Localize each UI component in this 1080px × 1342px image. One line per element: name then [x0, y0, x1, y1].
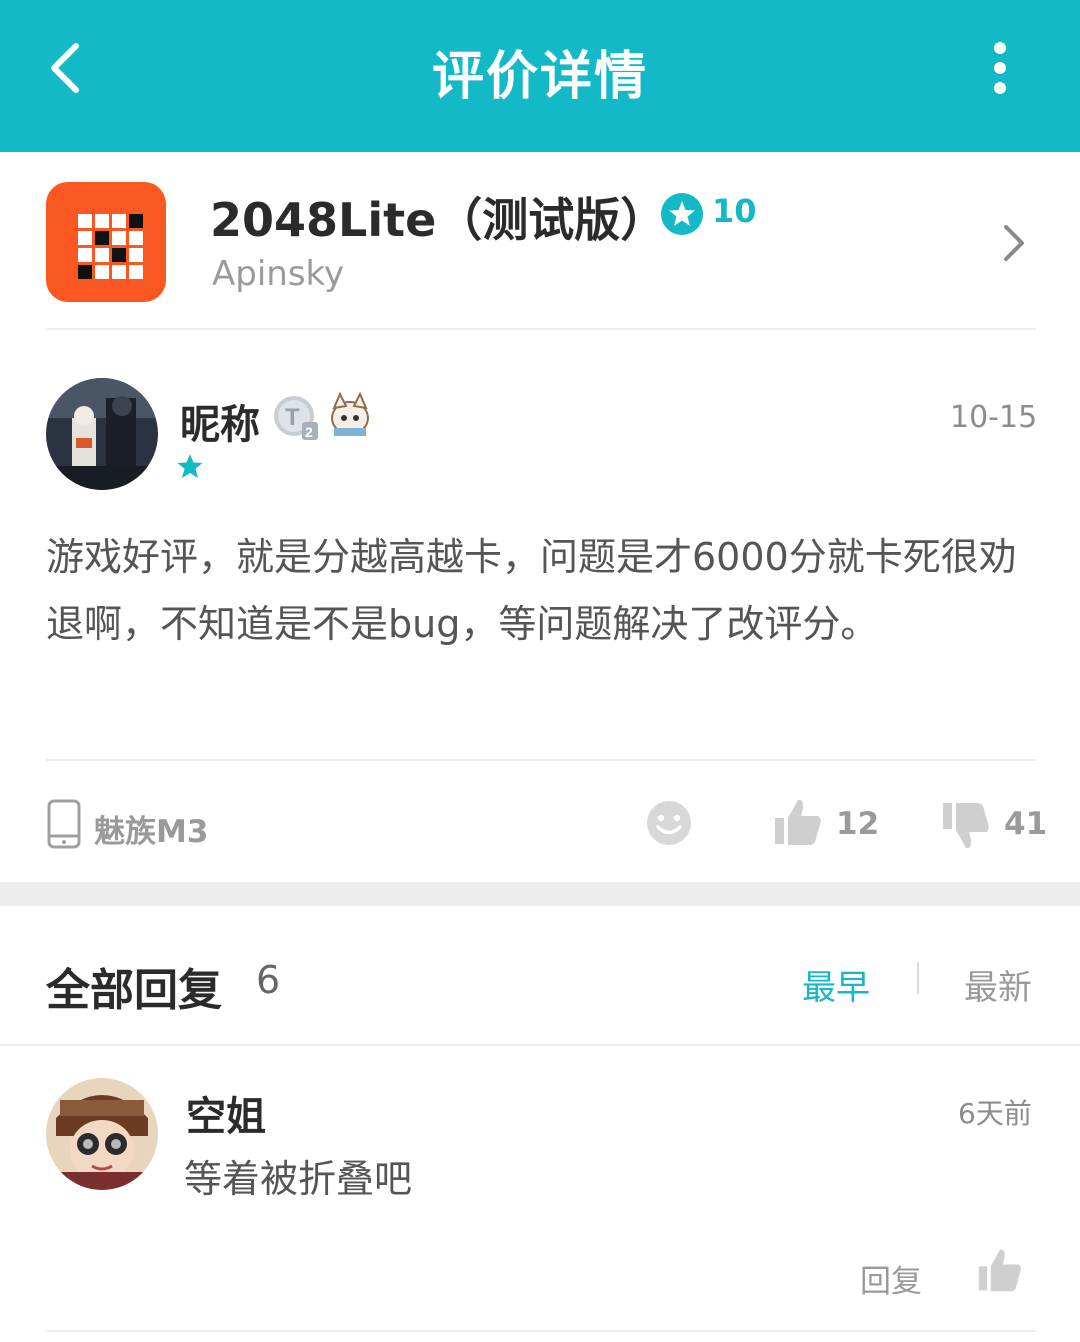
divider: [46, 328, 1036, 330]
top-bar: 评价详情: [0, 0, 1080, 152]
like-count: 12: [836, 806, 880, 842]
chevron-right-icon[interactable]: [998, 222, 1030, 264]
app-info-row[interactable]: 2048Lite（测试版） Apinsky 10: [0, 152, 1080, 332]
app-grid-icon[interactable]: [46, 182, 166, 302]
divider: [46, 1330, 1036, 1332]
divider: [0, 1044, 1080, 1046]
sort-earliest-tab[interactable]: 最早: [802, 960, 870, 1009]
sort-latest-tab[interactable]: 最新: [964, 960, 1032, 1009]
reply-time: 6天前: [958, 1097, 1032, 1130]
dislike-count: 41: [1004, 806, 1048, 842]
review-date: 10-15: [950, 400, 1038, 435]
replier-avatar[interactable]: [46, 1078, 158, 1190]
app-score: 10: [712, 192, 757, 230]
svg-text:T: T: [285, 404, 300, 431]
sort-separator: [917, 962, 919, 994]
app-name: 2048Lite（测试版）: [210, 193, 667, 247]
level-badge-icon: T 2: [272, 394, 320, 442]
device-name: 魅族M3: [94, 814, 209, 850]
replies-title: 全部回复: [46, 965, 222, 1016]
thumbs-up-icon[interactable]: [772, 796, 824, 848]
review-text: 游戏好评，就是分越高越卡，问题是才6000分就卡死很劝退啊，不知道是不是bug，…: [46, 535, 1017, 646]
divider: [46, 759, 1036, 761]
thumbs-up-icon[interactable]: [976, 1246, 1024, 1294]
phone-icon: [46, 798, 82, 850]
page-title: 评价详情: [431, 47, 648, 107]
app-developer: Apinsky: [212, 254, 345, 294]
reply-button[interactable]: 回复: [860, 1256, 922, 1301]
reviewer-avatar[interactable]: [46, 378, 158, 490]
emoji-reaction-icon[interactable]: [646, 800, 692, 846]
thumbs-down-icon[interactable]: [940, 800, 992, 852]
reviewer-nickname: 昵称: [180, 402, 260, 448]
mascot-badge-icon: [326, 390, 374, 440]
star-rating-icon: [176, 452, 204, 480]
replies-count: 6: [256, 958, 281, 1002]
replier-name: 空姐: [186, 1094, 266, 1140]
section-gap: [0, 882, 1080, 906]
svg-text:2: 2: [305, 424, 313, 440]
reply-text: 等着被折叠吧: [184, 1157, 413, 1201]
more-options-icon[interactable]: [978, 40, 1022, 96]
star-badge-icon: [660, 192, 704, 236]
